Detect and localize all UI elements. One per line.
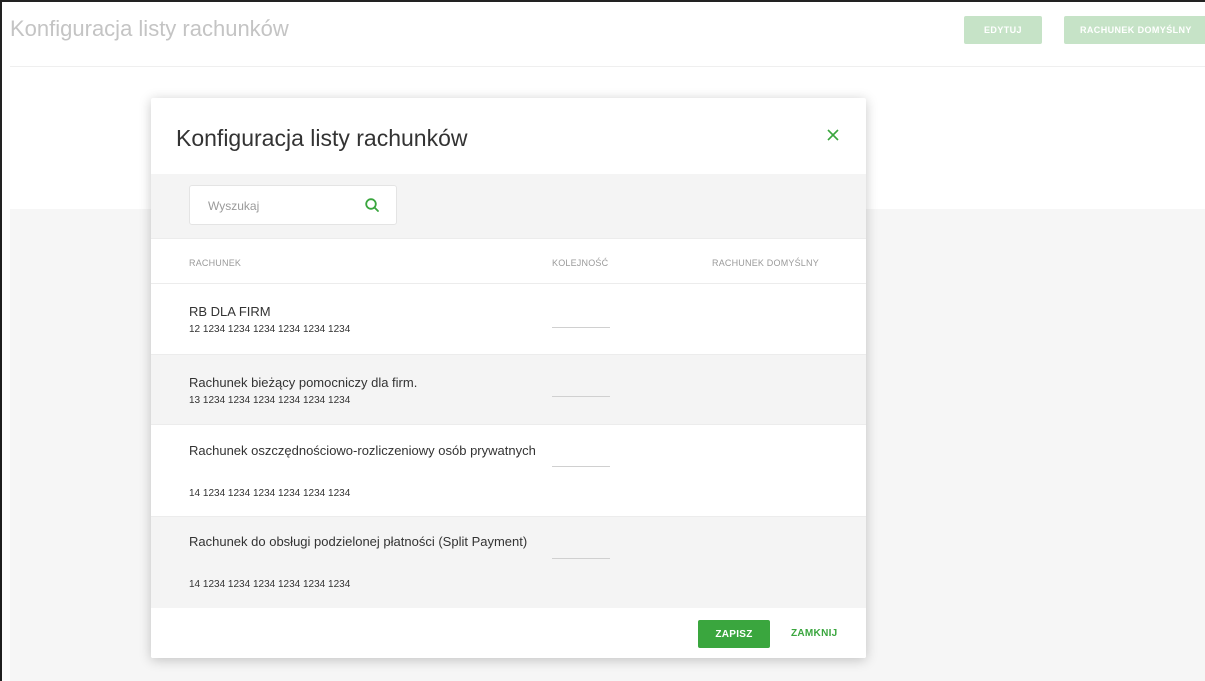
order-input[interactable]	[552, 396, 610, 397]
table-row: Rachunek oszczędnościowo-rozliczeniowy o…	[151, 425, 866, 517]
search-box	[189, 185, 397, 226]
search-icon[interactable]	[364, 197, 380, 213]
close-icon[interactable]	[824, 126, 842, 144]
account-number: 14 1234 1234 1234 1234 1234 1234	[189, 488, 351, 499]
table-row: Rachunek do obsługi podzielonej płatnośc…	[151, 517, 866, 609]
table-row: RB DLA FIRM 12 1234 1234 1234 1234 1234 …	[151, 284, 866, 355]
column-header-account: RACHUNEK	[189, 258, 242, 268]
table-header: RACHUNEK KOLEJNOŚĆ RACHUNEK DOMYŚLNY	[151, 238, 866, 284]
modal-header: Konfiguracja listy rachunków	[151, 98, 866, 174]
column-header-order: KOLEJNOŚĆ	[552, 258, 609, 268]
account-name: Rachunek oszczędnościowo-rozliczeniowy o…	[189, 443, 536, 458]
account-name: Rachunek do obsługi podzielonej płatnośc…	[189, 534, 528, 549]
account-number: 12 1234 1234 1234 1234 1234 1234	[189, 324, 351, 335]
search-input[interactable]	[206, 186, 360, 226]
modal-footer: ZAPISZ ZAMKNIJ	[151, 608, 866, 658]
modal-title: Konfiguracja listy rachunków	[176, 125, 468, 151]
table-row: Rachunek bieżący pomocniczy dla firm. 13…	[151, 355, 866, 425]
search-bar	[151, 174, 866, 238]
account-number: 13 1234 1234 1234 1234 1234 1234	[189, 395, 351, 406]
edit-button[interactable]: EDYTUJ	[964, 16, 1042, 44]
account-number: 14 1234 1234 1234 1234 1234 1234	[189, 579, 351, 590]
app-frame: Konfiguracja listy rachunków EDYTUJ RACH…	[0, 0, 1205, 681]
order-input[interactable]	[552, 327, 610, 328]
column-header-default: RACHUNEK DOMYŚLNY	[712, 258, 819, 268]
account-name: Rachunek bieżący pomocniczy dla firm.	[189, 375, 418, 390]
order-input[interactable]	[552, 466, 610, 467]
account-name: RB DLA FIRM	[189, 304, 271, 319]
default-account-button[interactable]: RACHUNEK DOMYŚLNY	[1064, 16, 1205, 44]
order-input[interactable]	[552, 558, 610, 559]
close-button[interactable]: ZAMKNIJ	[791, 628, 838, 639]
save-button[interactable]: ZAPISZ	[698, 620, 770, 648]
account-list-config-modal: Konfiguracja listy rachunków Wyszukaj RA…	[151, 98, 866, 658]
page-title: Konfiguracja listy rachunków	[10, 16, 289, 41]
header-divider	[10, 66, 1205, 67]
